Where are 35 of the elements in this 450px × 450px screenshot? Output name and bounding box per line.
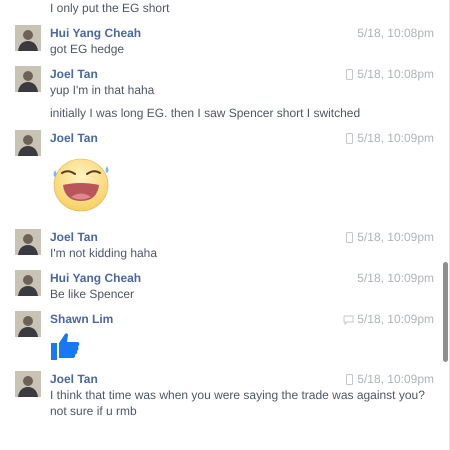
avatar [15, 25, 41, 51]
avatar [15, 371, 41, 397]
avatar [15, 229, 41, 255]
timestamp: 5/18, 10:09pm [357, 312, 434, 326]
timestamp: 5/18, 10:09pm [357, 131, 434, 145]
sender-name[interactable]: Shawn Lim [50, 312, 114, 326]
sender-name[interactable]: Joel Tan [50, 67, 98, 81]
timestamp: 5/18, 10:08pm [357, 26, 434, 40]
timestamp: 5/18, 10:09pm [357, 372, 434, 386]
timestamp: 5/18, 10:08pm [357, 67, 434, 81]
sender-name[interactable]: Joel Tan [50, 131, 98, 145]
message-text: yup I'm in that haha [50, 82, 156, 98]
chat-bubble-icon [343, 314, 354, 324]
timestamp: 5/18, 10:09pm [357, 230, 434, 244]
timestamp: 5/18, 10:09pm [357, 271, 434, 285]
phone-icon [345, 132, 354, 144]
phone-icon [345, 68, 354, 80]
message-text: I'm not kidding haha [50, 245, 158, 261]
avatar [15, 130, 41, 156]
sender-name[interactable]: Hui Yang Cheah [50, 271, 142, 285]
sender-name[interactable]: Joel Tan [50, 372, 98, 386]
message-text: I think that time was when you were saying the trade was against you? not sure if u rmb [50, 387, 426, 419]
phone-icon [345, 232, 354, 242]
message-text: initially I was long EG. then I saw Spencer short I switched [50, 105, 362, 121]
avatar [15, 270, 41, 296]
avatar [15, 66, 41, 92]
thumbs-up-icon [50, 330, 82, 362]
phone-icon [345, 374, 354, 384]
message-text: Be like Spencer [50, 286, 136, 302]
avatar [15, 311, 41, 337]
message-text: got EG hedge [50, 41, 126, 57]
sender-name[interactable]: Joel Tan [50, 230, 98, 244]
sender-name[interactable]: Hui Yang Cheah [50, 26, 142, 40]
scrollbar[interactable] [443, 262, 448, 362]
message-text: I only put the EG short [50, 0, 170, 16]
